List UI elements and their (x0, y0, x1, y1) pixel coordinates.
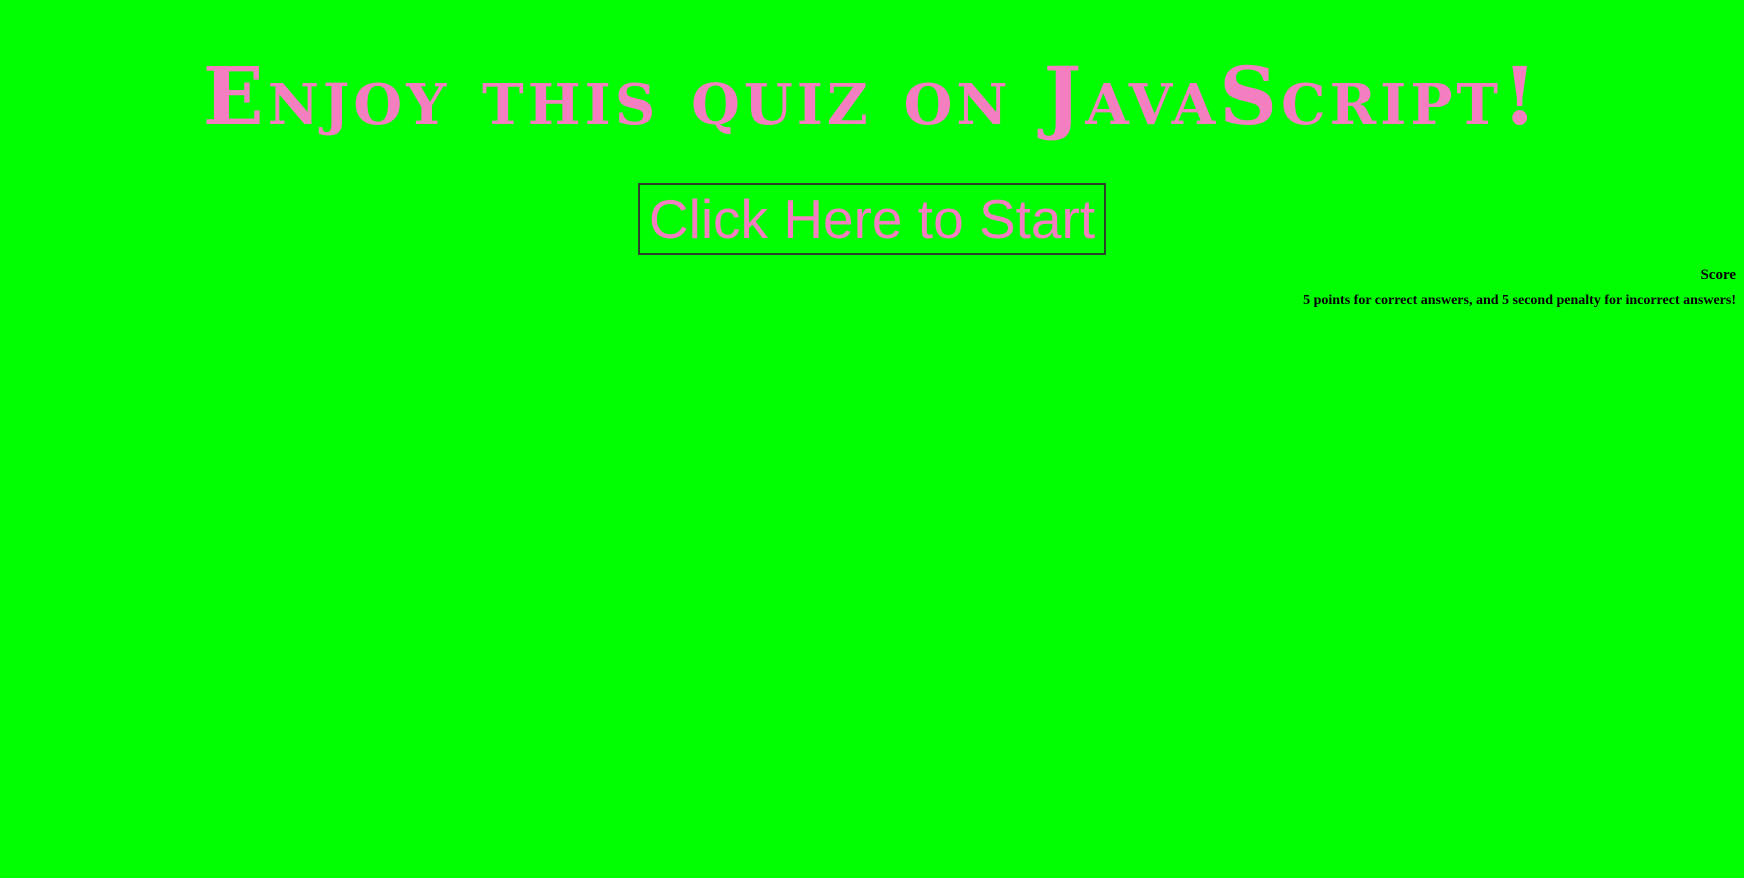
quiz-page: Enjoy this quiz on JavaScript! Click Her… (0, 0, 1744, 878)
start-button-container: Click Here to Start (0, 183, 1744, 255)
score-panel: Score 5 points for correct answers, and … (1303, 262, 1736, 311)
scoring-rules-text: 5 points for correct answers, and 5 seco… (1303, 293, 1736, 308)
page-title: Enjoy this quiz on JavaScript! (202, 49, 1542, 143)
start-quiz-button[interactable]: Click Here to Start (638, 183, 1106, 255)
score-label: Score (1700, 267, 1736, 283)
